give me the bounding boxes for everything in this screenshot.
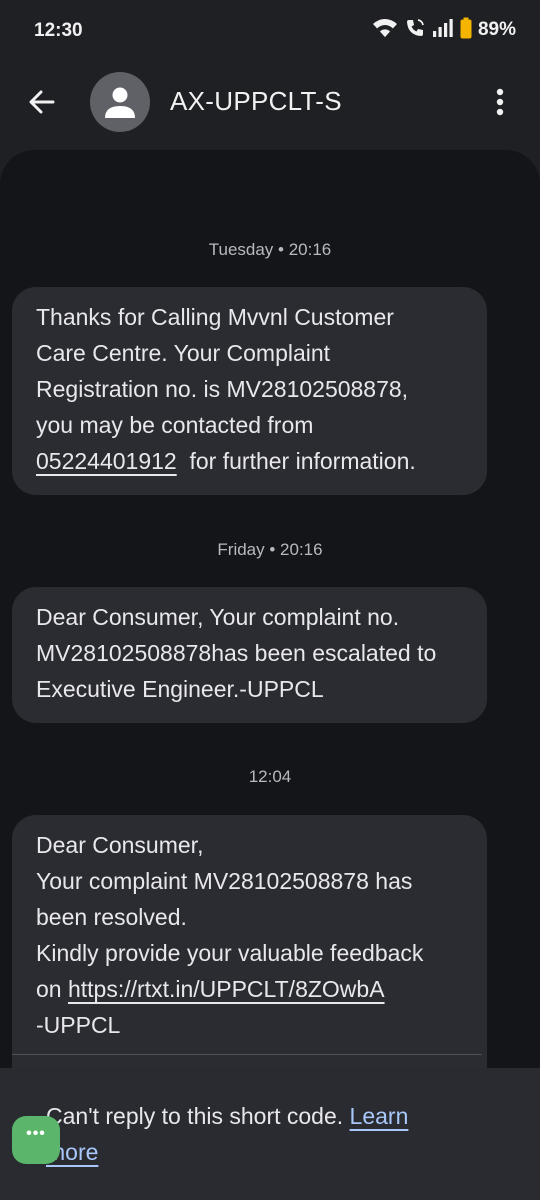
message-line: Executive Engineer.-UPPCL (36, 676, 324, 702)
status-icons: 89% (372, 17, 516, 44)
signal-icon (432, 17, 454, 44)
more-options-button[interactable] (488, 86, 512, 118)
notice-message: Can't reply to this short code. (46, 1103, 350, 1129)
message-line: -UPPCL (36, 1012, 121, 1038)
timestamp: 12:04 (248, 767, 292, 786)
back-button[interactable] (24, 84, 60, 120)
message-line: been resolved. (36, 904, 187, 930)
notice-text: Can't reply to this short code. Learn mo… (46, 1098, 466, 1170)
phone-link[interactable]: 05224401912 (36, 448, 177, 474)
wifi-calling-icon (404, 17, 426, 44)
message-line: Dear Consumer, (36, 832, 204, 858)
floating-chat-button[interactable]: ••• (12, 1116, 60, 1164)
wifi-icon (372, 17, 398, 44)
battery-icon (460, 17, 472, 44)
link-preview-divider (12, 1054, 482, 1055)
message-line: Care Centre. Your Complaint (36, 340, 331, 366)
message-line: Registration no. is MV28102508878, (36, 376, 409, 402)
message-line: Thanks for Calling Mvvnl Customer (36, 304, 394, 330)
message-bubble[interactable]: Dear Consumer, Your complaint no. MV2810… (12, 587, 487, 723)
more-vert-icon (496, 88, 504, 116)
message-line: 05224401912 for further information. (36, 443, 463, 479)
message-text: for further information. (176, 448, 416, 474)
message-bubble[interactable]: Dear Consumer, Your complaint MV28102508… (12, 815, 487, 1103)
message-line: on https://rtxt.in/UPPCLT/8ZOwbA (36, 971, 463, 1007)
status-bar: 12:30 89% (0, 0, 540, 60)
feedback-link[interactable]: https://rtxt.in/UPPCLT/8ZOwbA (68, 976, 385, 1002)
battery-percent: 89% (477, 19, 516, 40)
message-line: Kindly provide your valuable feedback (36, 940, 424, 966)
timestamp: Friday • 20:16 (217, 540, 323, 559)
message-line: you may be contacted from (36, 412, 314, 438)
dots-icon: ••• (26, 1125, 46, 1142)
back-arrow-icon (29, 90, 55, 114)
message-list[interactable]: Tuesday • 20:16 Thanks for Calling Mvvnl… (0, 150, 540, 1200)
message-bubble[interactable]: Thanks for Calling Mvvnl Customer Care C… (12, 287, 487, 495)
conversation-title: AX-UPPCLT-S (170, 86, 342, 116)
reply-notice: Can't reply to this short code. Learn mo… (0, 1068, 540, 1200)
message-line: MV28102508878has been escalated to (36, 640, 437, 666)
timestamp: Tuesday • 20:16 (208, 240, 332, 259)
message-line: Your complaint MV28102508878 has (36, 868, 413, 894)
person-icon (105, 87, 135, 118)
contact-avatar[interactable] (90, 72, 150, 132)
message-text: on (36, 976, 68, 1002)
message-line: Dear Consumer, Your complaint no. (36, 604, 400, 630)
app-bar: AX-UPPCLT-S (0, 62, 540, 142)
status-time: 12:30 (34, 20, 83, 41)
